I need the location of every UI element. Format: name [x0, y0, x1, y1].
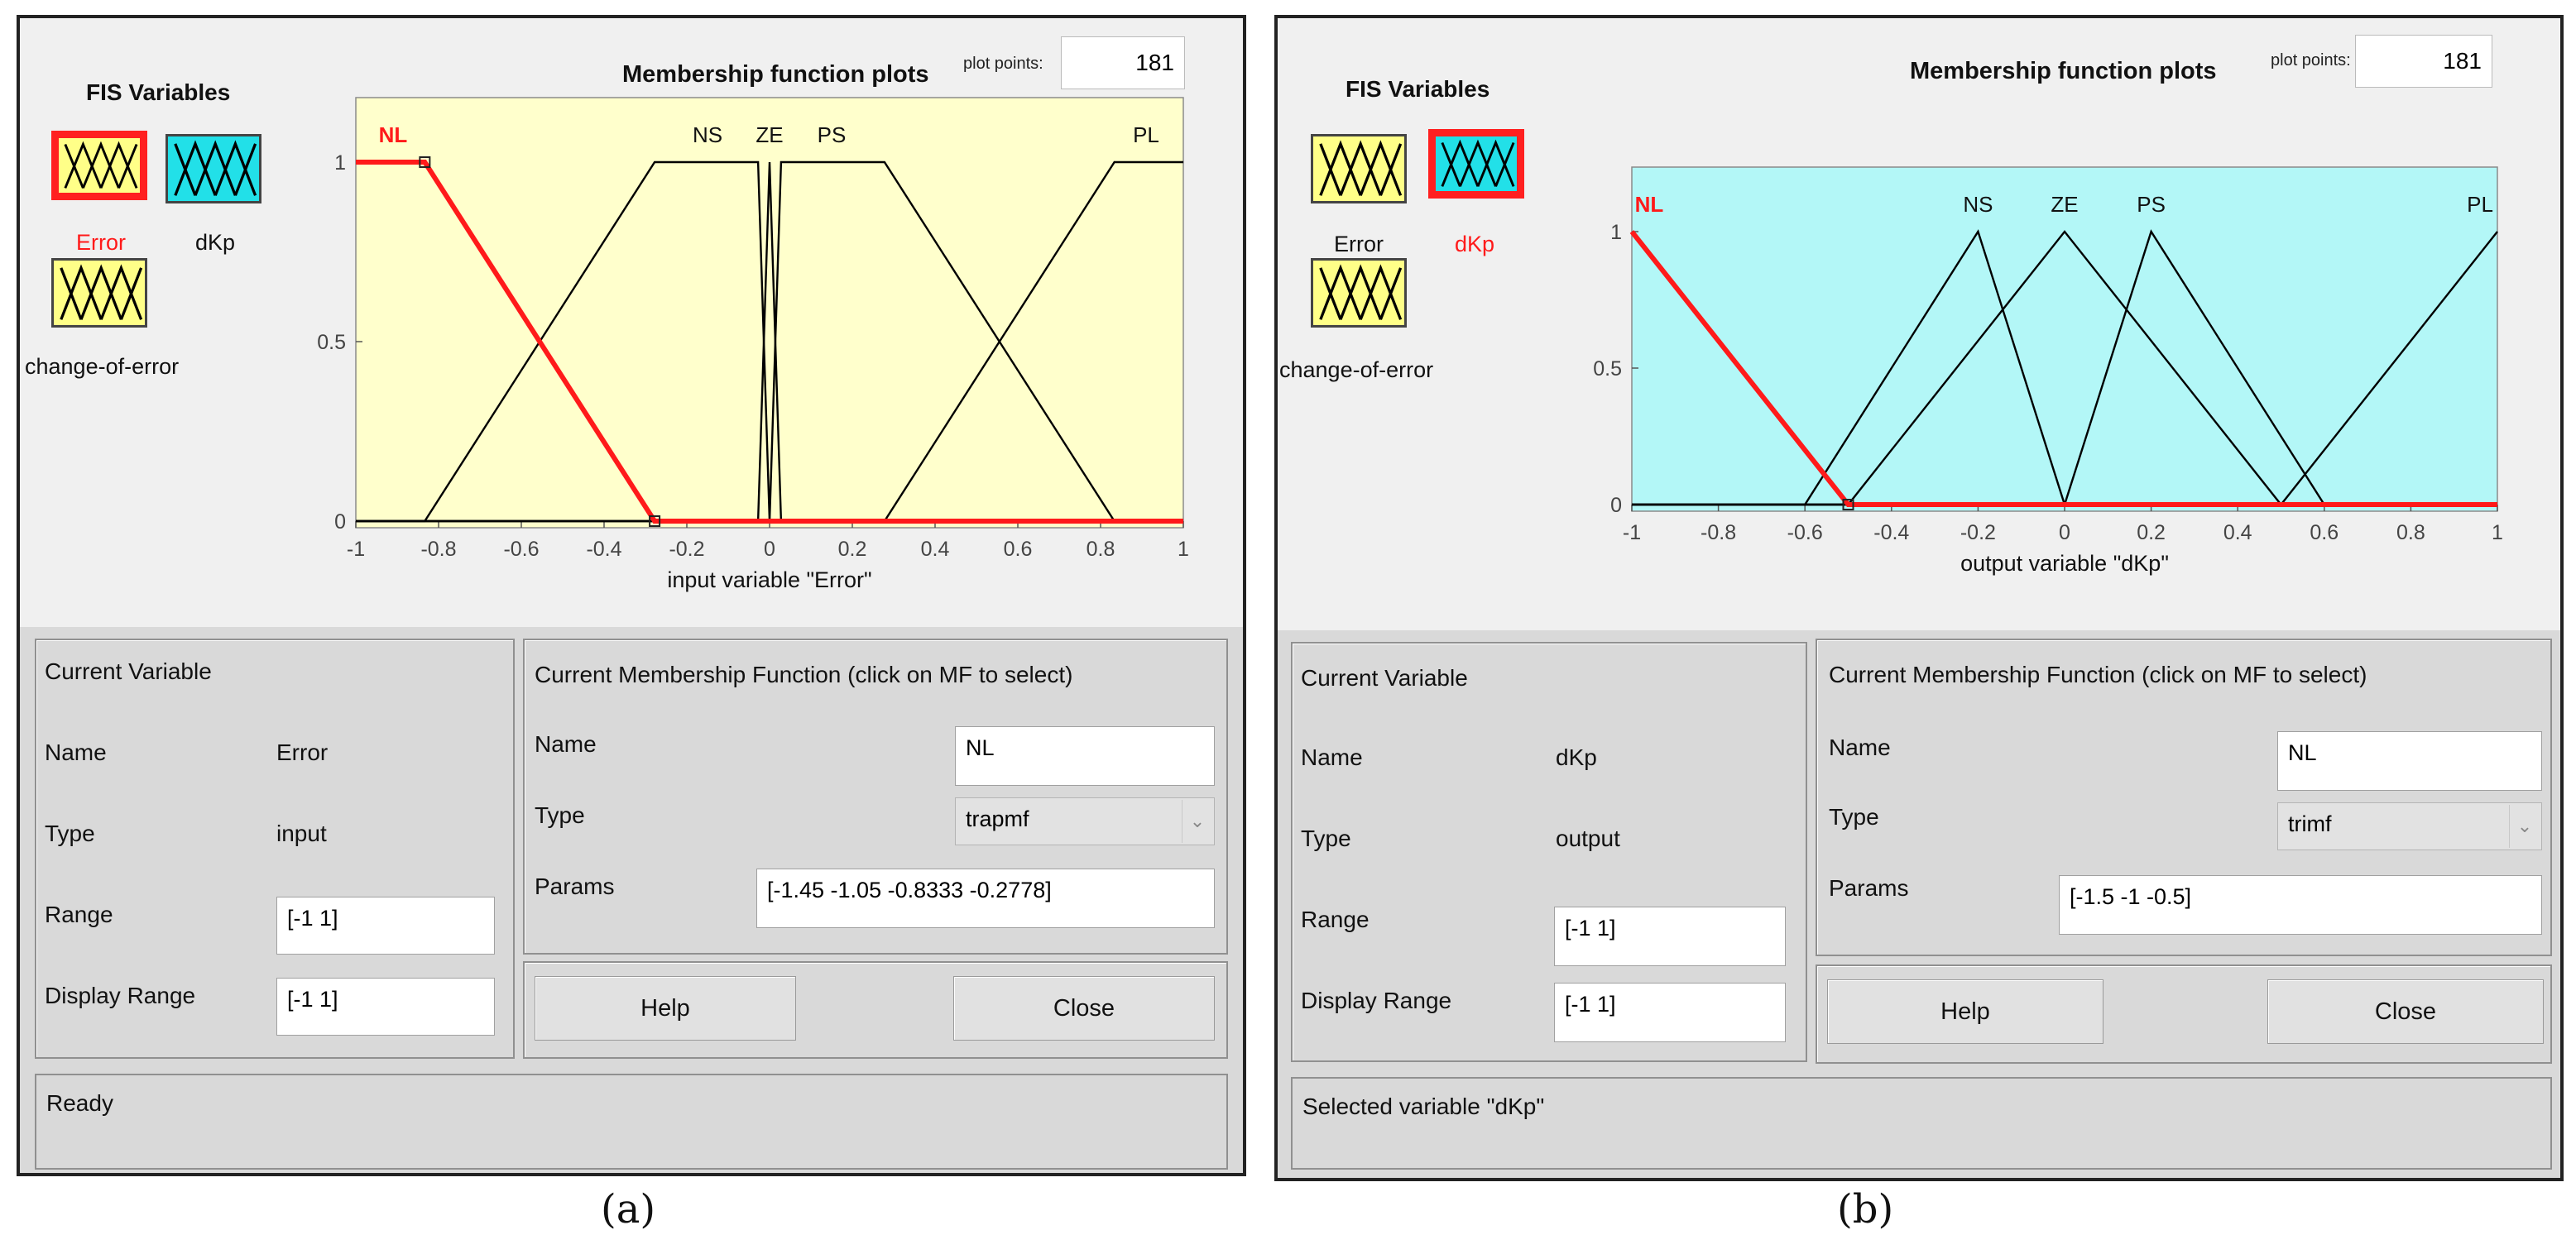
current-mf-title: Current Membership Function (click on MF…	[535, 662, 1073, 687]
current-variable-group: Current Variable Name Error Type input R…	[35, 639, 515, 1059]
mf-type-value: trapmf	[966, 806, 1029, 831]
x-tick-label: -0.2	[669, 538, 704, 561]
name-value: Error	[276, 739, 329, 765]
x-axis-label: output variable "dKp"	[1960, 551, 2169, 576]
x-tick-label: -0.2	[1960, 521, 1996, 544]
range-label: Range	[1301, 907, 1370, 932]
name-label: Name	[1301, 744, 1363, 770]
mf-type-label: Type	[1829, 804, 1879, 830]
x-tick-label: -1	[347, 538, 365, 561]
x-tick-label: 0.6	[1004, 538, 1033, 561]
display-range-field[interactable]: [-1 1]	[1554, 983, 1786, 1042]
x-axis-label: input variable "Error"	[667, 567, 871, 592]
lower-panel: Current Variable Name dKp Type output Ra…	[1278, 630, 2560, 1178]
y-tick-label: 0	[334, 510, 346, 534]
mf-params-field[interactable]: [-1.45 -1.05 -0.8333 -0.2778]	[756, 869, 1215, 928]
name-value: dKp	[1556, 744, 1597, 770]
mf-editor-window-a: FIS Variables Error dKp change-of-error …	[17, 15, 1246, 1176]
mf-label-pl: PL	[2467, 192, 2493, 217]
membership-plot[interactable]: -1 -0.8 -0.6 -0.4 -0.2 0 0.2 0.4 0.6 0.8 1 0 0.5 1 NL N…	[20, 18, 1243, 630]
current-variable-group: Current Variable Name dKp Type output Ra…	[1291, 642, 1807, 1062]
type-value: output	[1556, 826, 1620, 851]
x-tick-label: 0.4	[921, 538, 950, 561]
mf-params-label: Params	[535, 873, 615, 899]
mf-type-select[interactable]: trapmf ⌄	[955, 797, 1215, 845]
mf-label-nl: NL	[379, 122, 408, 147]
status-bar: Selected variable "dKp"	[1291, 1077, 2552, 1170]
y-tick-label: 1	[1610, 221, 1622, 244]
mf-label-pl: PL	[1133, 122, 1159, 147]
close-button[interactable]: Close	[2267, 979, 2544, 1044]
x-tick-label: 0.2	[838, 538, 867, 561]
mf-label-ns: NS	[693, 122, 722, 147]
mf-name-field[interactable]: NL	[2277, 731, 2542, 791]
mf-type-value: trimf	[2288, 811, 2332, 836]
caption-a: (a)	[601, 1186, 656, 1232]
type-label: Type	[45, 821, 95, 846]
x-tick-label: 0.2	[2137, 521, 2166, 544]
current-variable-title: Current Variable	[1301, 665, 1468, 691]
current-mf-group: Current Membership Function (click on MF…	[1816, 639, 2552, 956]
current-variable-title: Current Variable	[45, 658, 212, 684]
x-tick-label: -0.8	[420, 538, 456, 561]
x-tick-label: 1	[2492, 521, 2503, 544]
y-tick-label: 0	[1610, 494, 1622, 517]
display-range-field[interactable]: [-1 1]	[276, 978, 495, 1036]
mf-label-ns: NS	[1963, 192, 1993, 217]
x-tick-label: 0	[764, 538, 775, 561]
display-range-label: Display Range	[1301, 988, 1452, 1013]
range-field[interactable]: [-1 1]	[1554, 907, 1786, 966]
button-group: Help Close	[1816, 964, 2552, 1064]
type-value: input	[276, 821, 327, 846]
help-button[interactable]: Help	[1827, 979, 2103, 1044]
mf-label-ze: ZE	[756, 122, 783, 147]
x-tick-label: 1	[1178, 538, 1189, 561]
x-tick-label: -0.6	[1787, 521, 1823, 544]
y-tick-label: 1	[334, 151, 346, 175]
membership-plot[interactable]: -1 -0.8 -0.6 -0.4 -0.2 0 0.2 0.4 0.6 0.8 1 0 0.5 1 NL N…	[1278, 18, 2560, 630]
lower-panel: Current Variable Name Error Type input R…	[20, 627, 1243, 1173]
caption-b: (b)	[1837, 1186, 1894, 1232]
mf-params-field[interactable]: [-1.5 -1 -0.5]	[2059, 875, 2542, 935]
range-label: Range	[45, 902, 113, 927]
range-field[interactable]: [-1 1]	[276, 897, 495, 955]
close-button[interactable]: Close	[953, 976, 1215, 1041]
x-tick-label: -0.4	[1873, 521, 1909, 544]
mf-name-label: Name	[535, 731, 597, 757]
mf-label-ps: PS	[2137, 192, 2166, 217]
x-tick-label: -1	[1623, 521, 1641, 544]
chevron-down-icon[interactable]: ⌄	[2509, 805, 2540, 848]
mf-name-field[interactable]: NL	[955, 726, 1215, 786]
mf-editor-window-b: FIS Variables Error dKp change-of-error …	[1274, 15, 2564, 1181]
type-label: Type	[1301, 826, 1351, 851]
x-tick-label: 0.8	[1087, 538, 1115, 561]
x-tick-label: 0.4	[2223, 521, 2252, 544]
x-tick-label: -0.4	[586, 538, 621, 561]
x-tick-label: 0.6	[2310, 521, 2339, 544]
mf-label-nl: NL	[1635, 192, 1664, 217]
button-group: Help Close	[523, 961, 1228, 1059]
x-tick-label: 0.8	[2396, 521, 2425, 544]
mf-type-label: Type	[535, 802, 585, 828]
help-button[interactable]: Help	[535, 976, 796, 1041]
mf-label-ps: PS	[818, 122, 847, 147]
plot-area[interactable]	[1631, 166, 2498, 512]
mf-label-ze: ZE	[2051, 192, 2078, 217]
mf-params-label: Params	[1829, 875, 1909, 901]
x-tick-label: 0	[2059, 521, 2070, 544]
name-label: Name	[45, 739, 107, 765]
y-tick-label: 0.5	[317, 331, 346, 354]
mf-type-select[interactable]: trimf ⌄	[2277, 802, 2542, 850]
current-mf-group: Current Membership Function (click on MF…	[523, 639, 1228, 955]
mf-name-label: Name	[1829, 735, 1891, 760]
y-tick-label: 0.5	[1593, 357, 1622, 381]
status-bar: Ready	[35, 1074, 1228, 1170]
x-tick-label: -0.8	[1701, 521, 1736, 544]
chevron-down-icon[interactable]: ⌄	[1182, 800, 1212, 843]
display-range-label: Display Range	[45, 983, 196, 1008]
current-mf-title: Current Membership Function (click on MF…	[1829, 662, 2367, 687]
x-tick-label: -0.6	[503, 538, 539, 561]
